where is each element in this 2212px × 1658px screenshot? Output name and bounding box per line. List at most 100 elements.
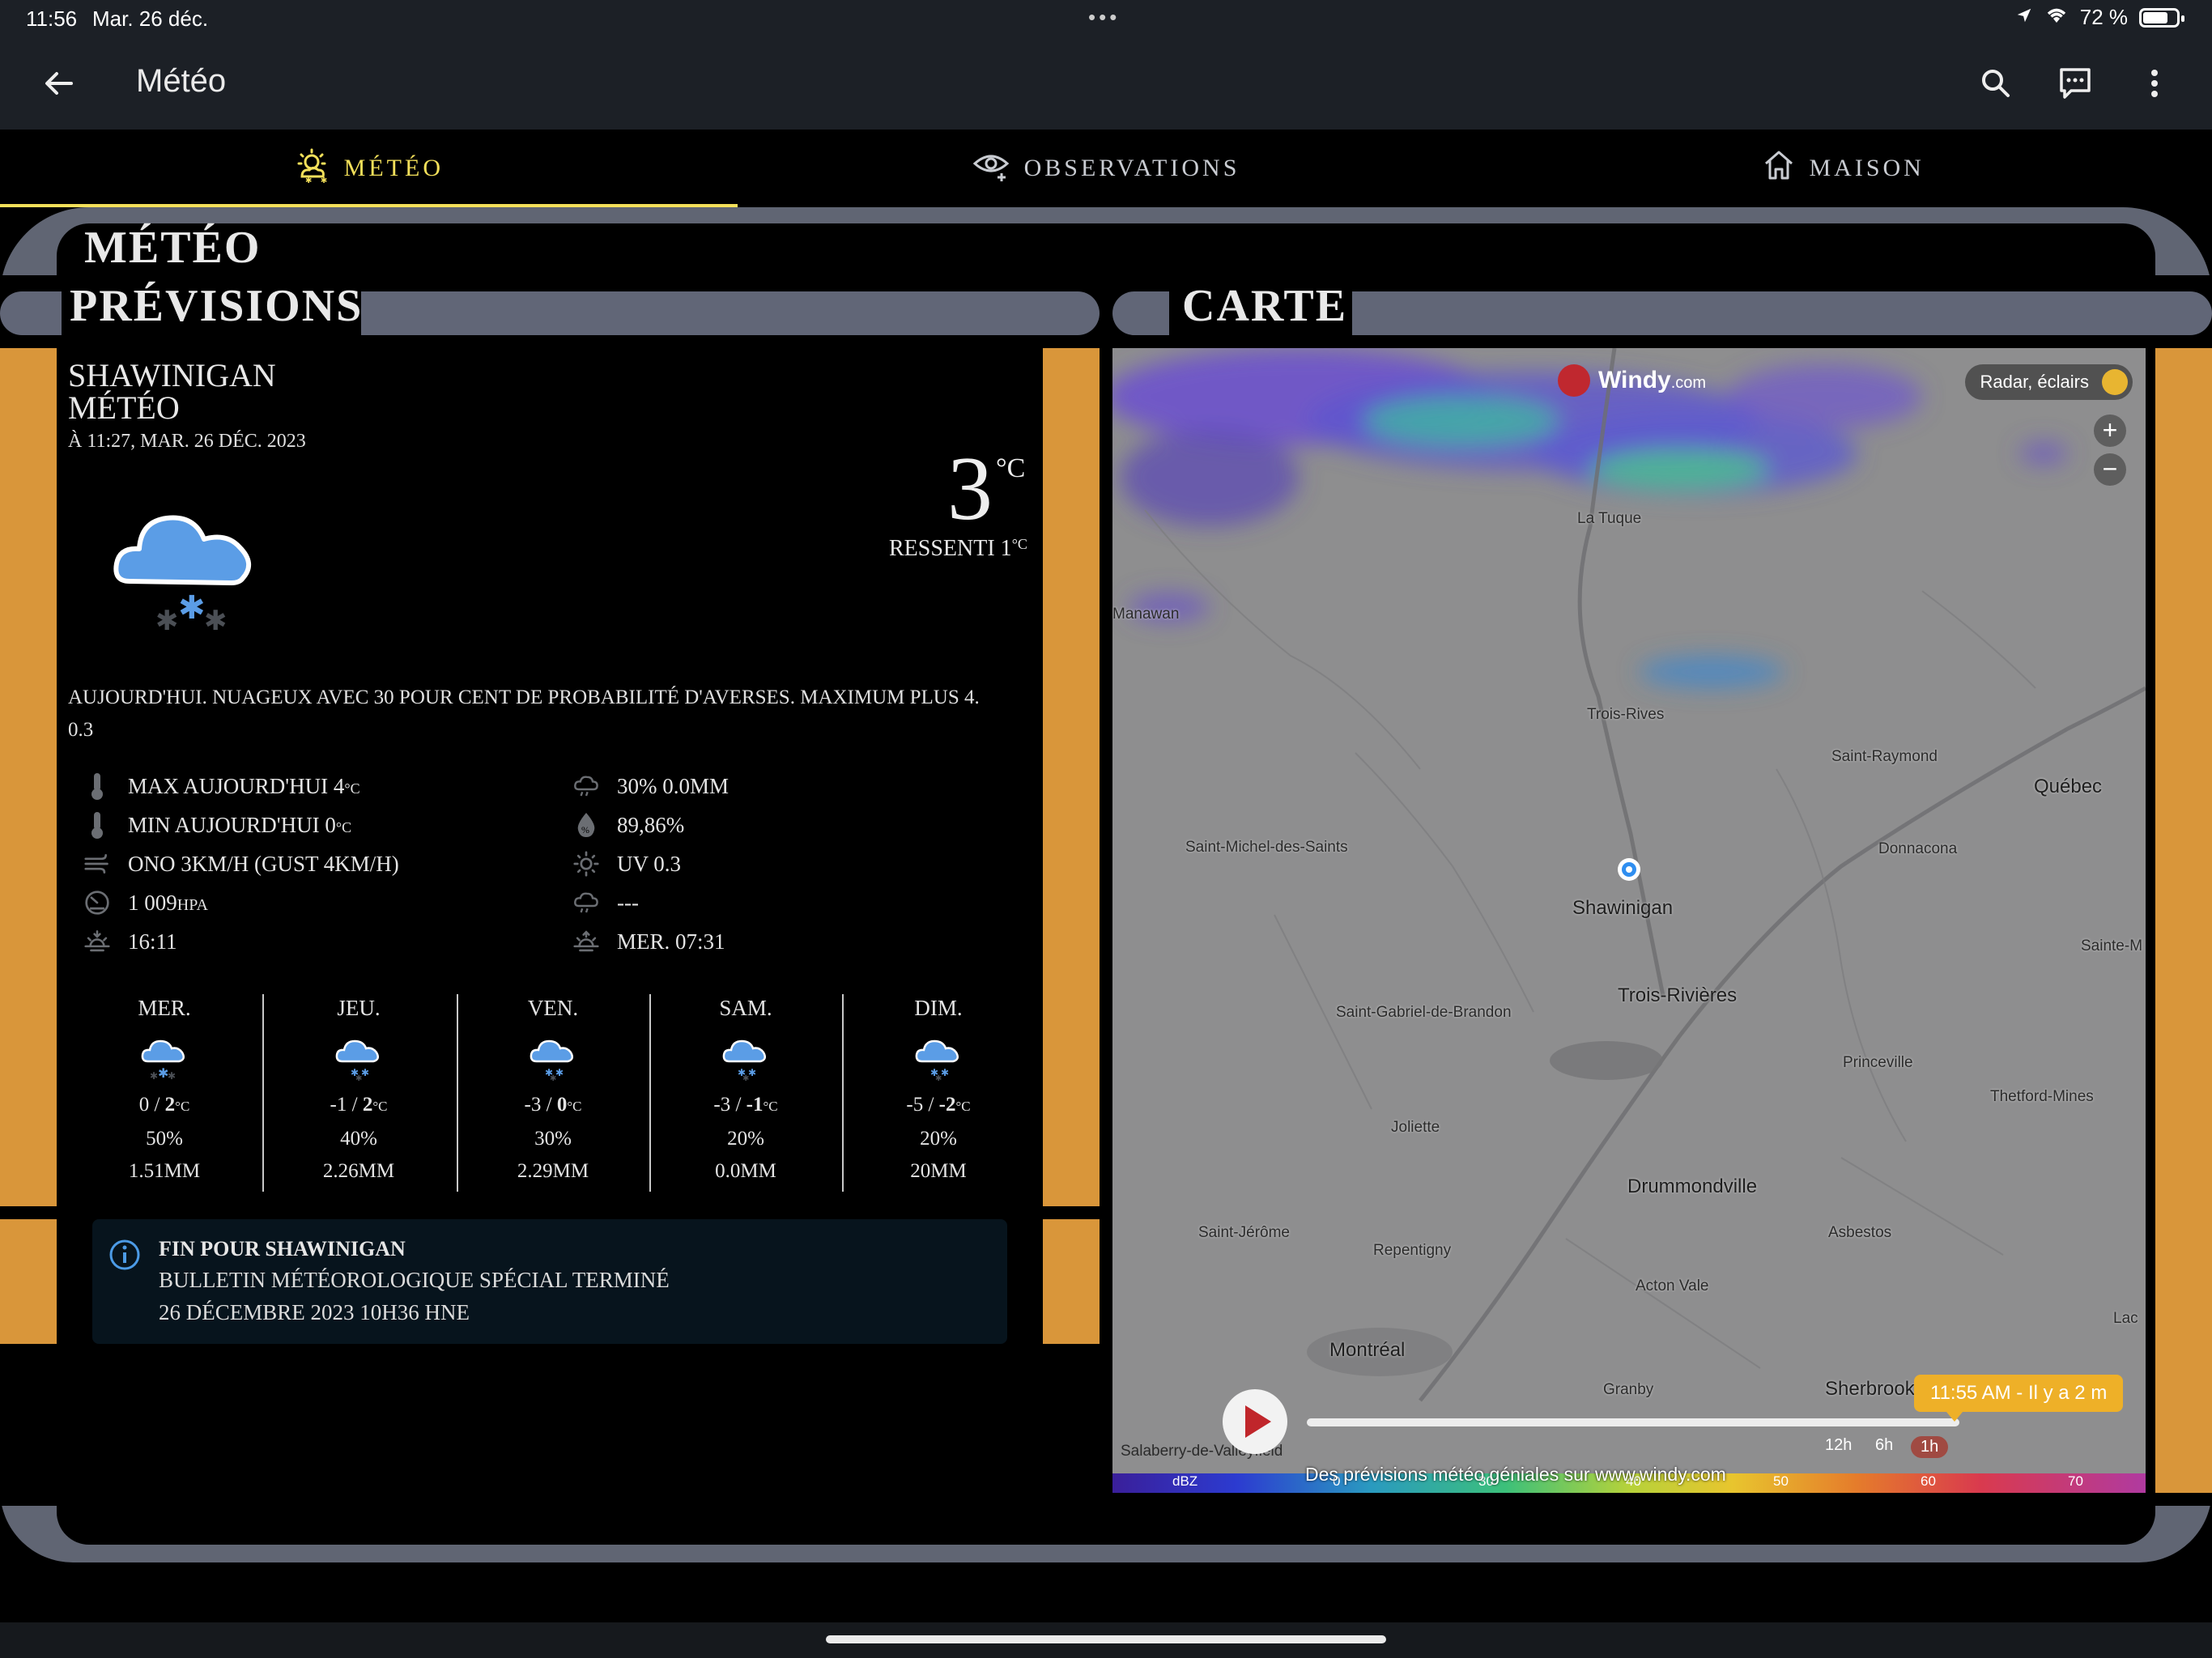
day-pop: 40% [340, 1128, 377, 1150]
day-forecast[interactable]: JEU. ✱ ✱ ✱ -1 / 2°C 40% 2.26MM [262, 996, 455, 1188]
resolution-1h[interactable]: 1h [1911, 1436, 1949, 1458]
feels-like: RESSENTI 1°C [889, 536, 1027, 562]
status-date: Mar. 26 déc. [92, 6, 209, 31]
stat-wind-text: ONO 3KM/H (GUST 4KM/H) [128, 851, 399, 876]
day-forecast[interactable]: SAM. ✱ ✱ ✱ -3 / -1°C 20% 0.0MM [649, 996, 842, 1188]
day-forecast[interactable]: MER. ✱ ✱ ✱ 0 / 2°C 50% 1.51MM [68, 996, 261, 1188]
resolution-6h[interactable]: 6h [1875, 1436, 1893, 1455]
snow-cloud-icon: ✱ ✱ ✱ [649, 1021, 842, 1089]
day-low: -1 [330, 1094, 347, 1116]
stat-max-text: MAX AUJOURD'HUI 4 [128, 773, 345, 798]
wind-icon [84, 851, 110, 877]
home-indicator[interactable] [826, 1635, 1386, 1643]
zoom-out-button[interactable]: − [2094, 453, 2126, 486]
forecast-summary-text: AUJOURD'HUI. NUAGEUX AVEC 30 POUR CENT D… [68, 687, 980, 708]
day-forecast[interactable]: VEN. ✱ ✱ ✱ -3 / 0°C 30% 2.29MM [457, 996, 649, 1188]
wifi-icon [2044, 5, 2069, 30]
day-pop: 30% [534, 1128, 572, 1150]
stat-extra-text: --- [617, 890, 639, 915]
stat-sunrise: MER. 07:31 [573, 929, 725, 954]
stat-min-text: MIN AUJOURD'HUI 0 [128, 812, 336, 837]
header-bar-carte [1352, 291, 2212, 335]
header-bar-left-cap [0, 291, 62, 335]
day-name: VEN. [527, 996, 579, 1020]
radar-map[interactable]: La Tuque Manawan Trois-Rives Saint-Raymo… [1112, 348, 2146, 1493]
tab-observations[interactable]: OBSERVATIONS [738, 130, 1475, 207]
header-bar-carte-cap [1112, 291, 1169, 335]
svg-text:✱ ✱: ✱ ✱ [305, 176, 330, 183]
place-label: Asbestos [1828, 1224, 1892, 1241]
stat-min: MIN AUJOURD'HUI 0°C [84, 812, 351, 839]
stat-humidity-text: 89,86% [617, 812, 685, 837]
resolution-12h[interactable]: 12h [1825, 1436, 1852, 1455]
stat-precip-text: 30% 0.0MM [617, 773, 730, 798]
day-unit: °C [567, 1099, 582, 1114]
stat-max: MAX AUJOURD'HUI 4°C [84, 773, 360, 800]
arrow-left-icon[interactable] [39, 63, 79, 104]
timeline-slider[interactable] [1307, 1418, 1959, 1426]
tab-meteo[interactable]: ✱ ✱ MÉTÉO [0, 130, 738, 207]
svg-text:✱: ✱ [550, 1074, 556, 1082]
svg-text:✱: ✱ [155, 605, 179, 637]
stat-sunrise-text: MER. 07:31 [617, 929, 725, 954]
tab-bar: ✱ ✱ MÉTÉO OBSERVATIONS MAISON [0, 130, 2212, 207]
more-vertical-icon[interactable] [2134, 63, 2175, 104]
day-low: 0 [138, 1094, 150, 1116]
uv-sun-icon [573, 851, 599, 877]
layer-button[interactable]: Radar, éclairs [1965, 364, 2133, 400]
lightning-icon [2102, 369, 2128, 395]
legend-label: 50 [1773, 1473, 1789, 1489]
side-bar-left-alert [0, 1219, 57, 1344]
day-pop: 50% [146, 1128, 183, 1150]
stat-pressure: 1 009HPA [84, 890, 208, 916]
status-bar: 11:56 Mar. 26 déc. ••• 72 % [0, 0, 2212, 39]
snow-cloud-icon: ✱ ✱ ✱ [262, 1021, 455, 1089]
day-forecast[interactable]: DIM. ✱ ✱ ✱ -5 / -2°C 20% 20MM [842, 996, 1035, 1188]
place-label: Acton Vale [1636, 1278, 1709, 1295]
alert-line-2: 26 DÉCEMBRE 2023 10H36 HNE [159, 1300, 470, 1324]
snow-cloud-icon: ✱ ✱ ✱ [842, 1021, 1035, 1089]
windy-promo-text[interactable]: Des prévisions météo géniales sur www.wi… [1305, 1464, 1726, 1486]
windy-brand[interactable]: Windy.com [1558, 364, 1706, 397]
thermometer-icon [84, 812, 110, 839]
place-label: Sherbrook [1825, 1378, 1915, 1400]
forecast-summary: AUJOURD'HUI. NUAGEUX AVEC 30 POUR CENT D… [68, 682, 1023, 746]
stat-sunset: 16:11 [84, 929, 177, 954]
status-time: 11:56 [26, 6, 78, 31]
header-bar-previsions [361, 291, 1100, 335]
stat-sunset-text: 16:11 [128, 929, 177, 954]
city-subtitle: MÉTÉO [68, 389, 180, 426]
status-right: 72 % [2015, 5, 2184, 30]
day-precip: 0.0MM [715, 1160, 776, 1182]
stat-uv: UV 0.3 [573, 851, 681, 877]
snow-cloud-icon: ✱ ✱ ✱ [68, 1021, 261, 1089]
play-button[interactable] [1223, 1389, 1287, 1454]
location-icon [2015, 5, 2033, 30]
svg-text:✱: ✱ [204, 605, 228, 637]
weather-alert[interactable]: FIN POUR SHAWINIGAN BULLETIN MÉTÉOROLOGI… [92, 1219, 1007, 1344]
alert-title: FIN POUR SHAWINIGAN [159, 1237, 406, 1261]
place-label: Sainte-M [2081, 937, 2143, 954]
rain-cloud-icon [573, 773, 599, 799]
place-label: Joliette [1391, 1119, 1440, 1136]
tab-meteo-label: MÉTÉO [343, 155, 444, 181]
legend-label: dBZ [1172, 1473, 1198, 1489]
stat-pressure-text: 1 009 [128, 890, 177, 915]
legend-label: 60 [1921, 1473, 1936, 1489]
tab-maison[interactable]: MAISON [1474, 130, 2212, 207]
stat-humidity: % 89,86% [573, 812, 684, 838]
day-high: 2 [164, 1094, 176, 1116]
multitask-dots[interactable]: ••• [1088, 5, 1120, 30]
day-low: -3 [524, 1094, 542, 1116]
place-label: La Tuque [1577, 510, 1642, 527]
search-icon[interactable] [1976, 63, 2016, 104]
sunset-icon [84, 929, 110, 954]
alert-line-1: BULLETIN MÉTÉOROLOGIQUE SPÉCIAL TERMINÉ [159, 1268, 670, 1292]
city-block: SHAWINIGAN MÉTÉO [68, 359, 276, 424]
snow-cloud-icon: ✱ ✱ ✱ [457, 1021, 649, 1089]
day-name: MER. [138, 996, 191, 1020]
battery-percent: 72 % [2079, 5, 2128, 29]
chat-icon[interactable] [2055, 63, 2095, 104]
zoom-in-button[interactable]: + [2094, 414, 2126, 447]
section-title-previsions: PRÉVISIONS [70, 281, 364, 331]
